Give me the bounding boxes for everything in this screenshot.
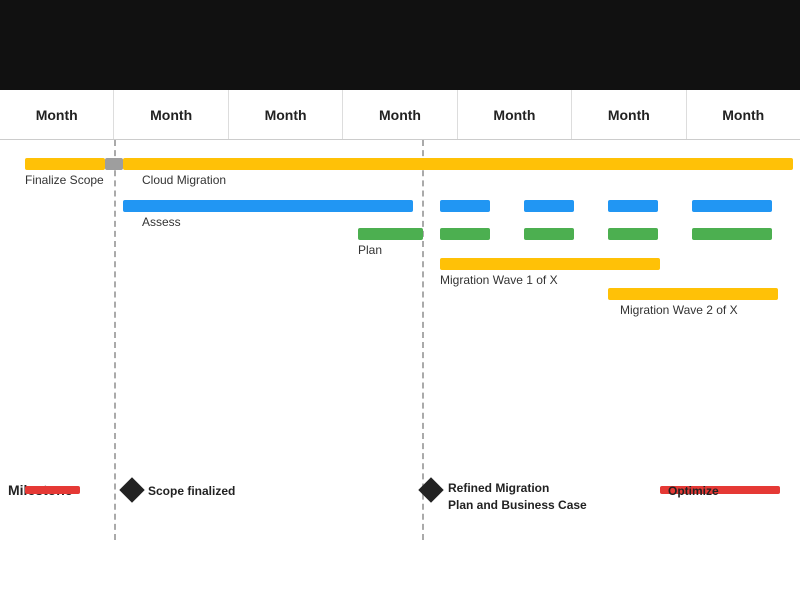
cloud-migration-label: Cloud Migration xyxy=(142,173,226,187)
milestone-diamond-2 xyxy=(418,477,443,502)
assess-blue-bar-4 xyxy=(608,200,658,212)
month-cell-6: Month xyxy=(572,90,686,139)
assess-label: Assess xyxy=(142,215,181,229)
finalize-scope-label: Finalize Scope xyxy=(25,173,104,187)
milestone-scope-finalized: Scope finalized xyxy=(148,484,235,498)
gantt-area: Finalize Scope Cloud Migration Assess Pl… xyxy=(0,140,800,440)
migration-wave1-label: Migration Wave 1 of X xyxy=(440,273,558,287)
finalize-scope-orange-bar xyxy=(25,158,105,170)
month-cell-3: Month xyxy=(229,90,343,139)
month-header: Month Month Month Month Month Month Mont… xyxy=(0,90,800,140)
milestone-refined-label: Refined Migration Plan and Business Case xyxy=(448,480,587,514)
month-cell-7: Month xyxy=(687,90,800,139)
month-cell-5: Month xyxy=(458,90,572,139)
milestone-diamond-1 xyxy=(119,477,144,502)
cloud-migration-bar xyxy=(123,158,793,170)
top-bar xyxy=(0,0,800,90)
plan-green-bar-2 xyxy=(440,228,490,240)
assess-blue-bar-2 xyxy=(440,200,490,212)
month-cell-1: Month xyxy=(0,90,114,139)
migration-wave1-bar xyxy=(440,258,660,270)
plan-label: Plan xyxy=(358,243,382,257)
finalize-red-bar xyxy=(25,486,80,494)
optimize-label: Optimize xyxy=(668,484,719,498)
migration-wave2-bar xyxy=(608,288,778,300)
plan-green-bar-1 xyxy=(358,228,423,240)
month-cell-2: Month xyxy=(114,90,228,139)
finalize-scope-gray-bar xyxy=(105,158,123,170)
migration-wave2-label: Migration Wave 2 of X xyxy=(620,303,738,317)
plan-green-bar-3 xyxy=(524,228,574,240)
assess-blue-bar-3 xyxy=(524,200,574,212)
plan-green-bar-5 xyxy=(692,228,772,240)
assess-blue-bar-5 xyxy=(692,200,772,212)
plan-green-bar-4 xyxy=(608,228,658,240)
milestone-section: Milestone Scope finalized Refined Migrat… xyxy=(0,450,800,530)
assess-blue-bar-1 xyxy=(123,200,413,212)
month-cell-4: Month xyxy=(343,90,457,139)
